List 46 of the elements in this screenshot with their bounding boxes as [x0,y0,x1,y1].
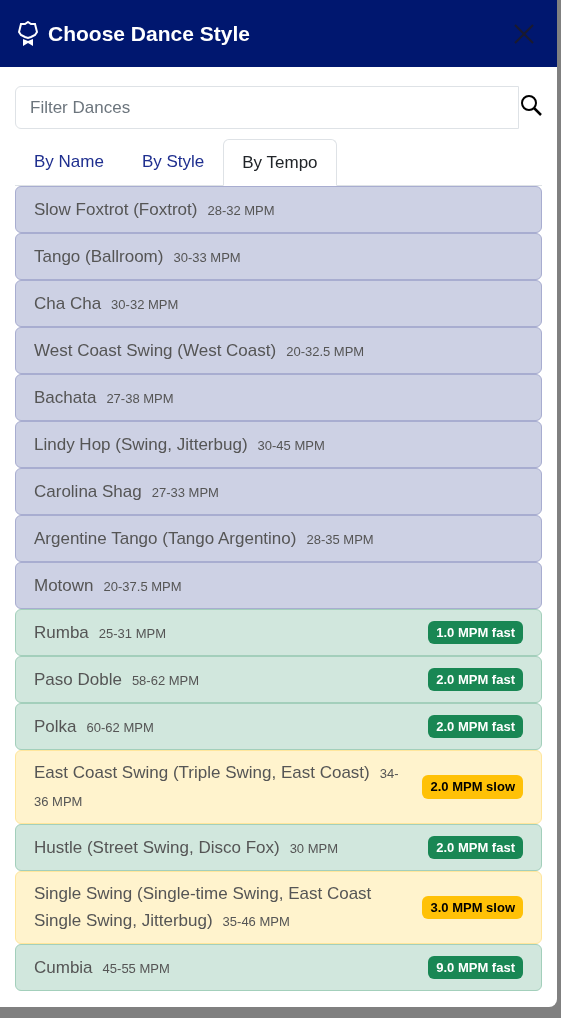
search-field[interactable]: Filter Dances [15,86,519,129]
tempo-badge: 2.0 MPM fast [428,835,523,860]
dance-row[interactable]: Lindy Hop (Swing, Jitterbug) 30-45 MPM [15,421,542,468]
dance-name: Bachata 27-38 MPM [34,386,175,409]
dialog-title: Choose Dance Style [48,20,251,47]
tab[interactable]: By Tempo [223,139,337,186]
dance-row[interactable]: Hustle (Street Swing, Disco Fox) 30 MPM 2.0 MPM fast [15,824,542,871]
tempo-badge: 9.0 MPM fast [428,955,523,980]
dance-row[interactable]: Bachata 27-38 MPM [15,374,542,421]
dance-row[interactable]: West Coast Swing (West Coast) 20-32.5 MPM [15,327,542,374]
tempo-badge: 2.0 MPM fast [428,714,523,739]
dance-name: Polka 60-62 MPM [34,715,155,738]
dance-row[interactable]: Paso Doble 58-62 MPM 2.0 MPM fast [15,656,542,703]
tempo-badge: 2.0 MPM fast [428,667,523,692]
dance-row[interactable]: Cumbia 45-55 MPM 9.0 MPM fast [15,944,542,991]
dance-name: West Coast Swing (West Coast) 20-32.5 MPM [34,339,366,362]
dance-row[interactable]: East Coast Swing (Triple Swing, East Coast) 34-36 MPM 2.0 MPM slow [15,750,542,824]
award-icon [18,20,38,47]
dance-row[interactable]: Slow Foxtrot (Foxtrot) 28-32 MPM [15,186,542,233]
dance-row[interactable]: Motown 20-37.5 MPM [15,562,542,609]
dance-name: Single Swing (Single-time Swing, East Coast Single Swing, Jitterbug) 35-46 MPM [34,883,373,932]
dance-row[interactable]: Argentine Tango (Tango Argentino) 28-35 MPM [15,515,542,562]
tempo-badge: 3.0 MPM slow [422,895,523,920]
dance-name: Motown 20-37.5 MPM [34,574,183,597]
dance-name: Hustle (Street Swing, Disco Fox) 30 MPM [34,836,340,859]
dance-name: Slow Foxtrot (Foxtrot) 28-32 MPM [34,198,276,221]
tab[interactable]: By Name [15,139,123,185]
dance-row[interactable]: Cha Cha 30-32 MPM [15,280,542,327]
dance-name: Tango (Ballroom) 30-33 MPM [34,245,242,268]
tempo-badge: 2.0 MPM slow [422,775,523,799]
dance-name: Cha Cha 30-32 MPM [34,292,180,315]
dance-name: Paso Doble 58-62 MPM [34,668,201,691]
dance-row[interactable]: Single Swing (Single-time Swing, East Coast Single Swing, Jitterbug) 35-46 MPM 3.0 MPM slow [15,871,542,944]
dance-row[interactable]: Tango (Ballroom) 30-33 MPM [15,233,542,280]
tab[interactable]: By Style [122,139,224,185]
dance-row[interactable]: Carolina Shag 27-33 MPM [15,468,542,515]
dance-name: East Coast Swing (Triple Swing, East Coast) 34-36 MPM [34,762,400,811]
dance-name: Argentine Tango (Tango Argentino) 28-35 MPM [34,527,375,550]
dance-name: Cumbia 45-55 MPM [34,956,171,979]
search-icon[interactable] [520,93,542,116]
tempo-badge: 1.0 MPM fast [428,620,523,645]
dance-name: Carolina Shag 27-33 MPM [34,480,220,503]
dance-name: Lindy Hop (Swing, Jitterbug) 30-45 MPM [34,433,326,456]
dance-row[interactable]: Polka 60-62 MPM 2.0 MPM fast [15,703,542,750]
dance-name: Rumba 25-31 MPM [34,621,167,644]
dance-row[interactable]: Rumba 25-31 MPM 1.0 MPM fast [15,609,542,656]
